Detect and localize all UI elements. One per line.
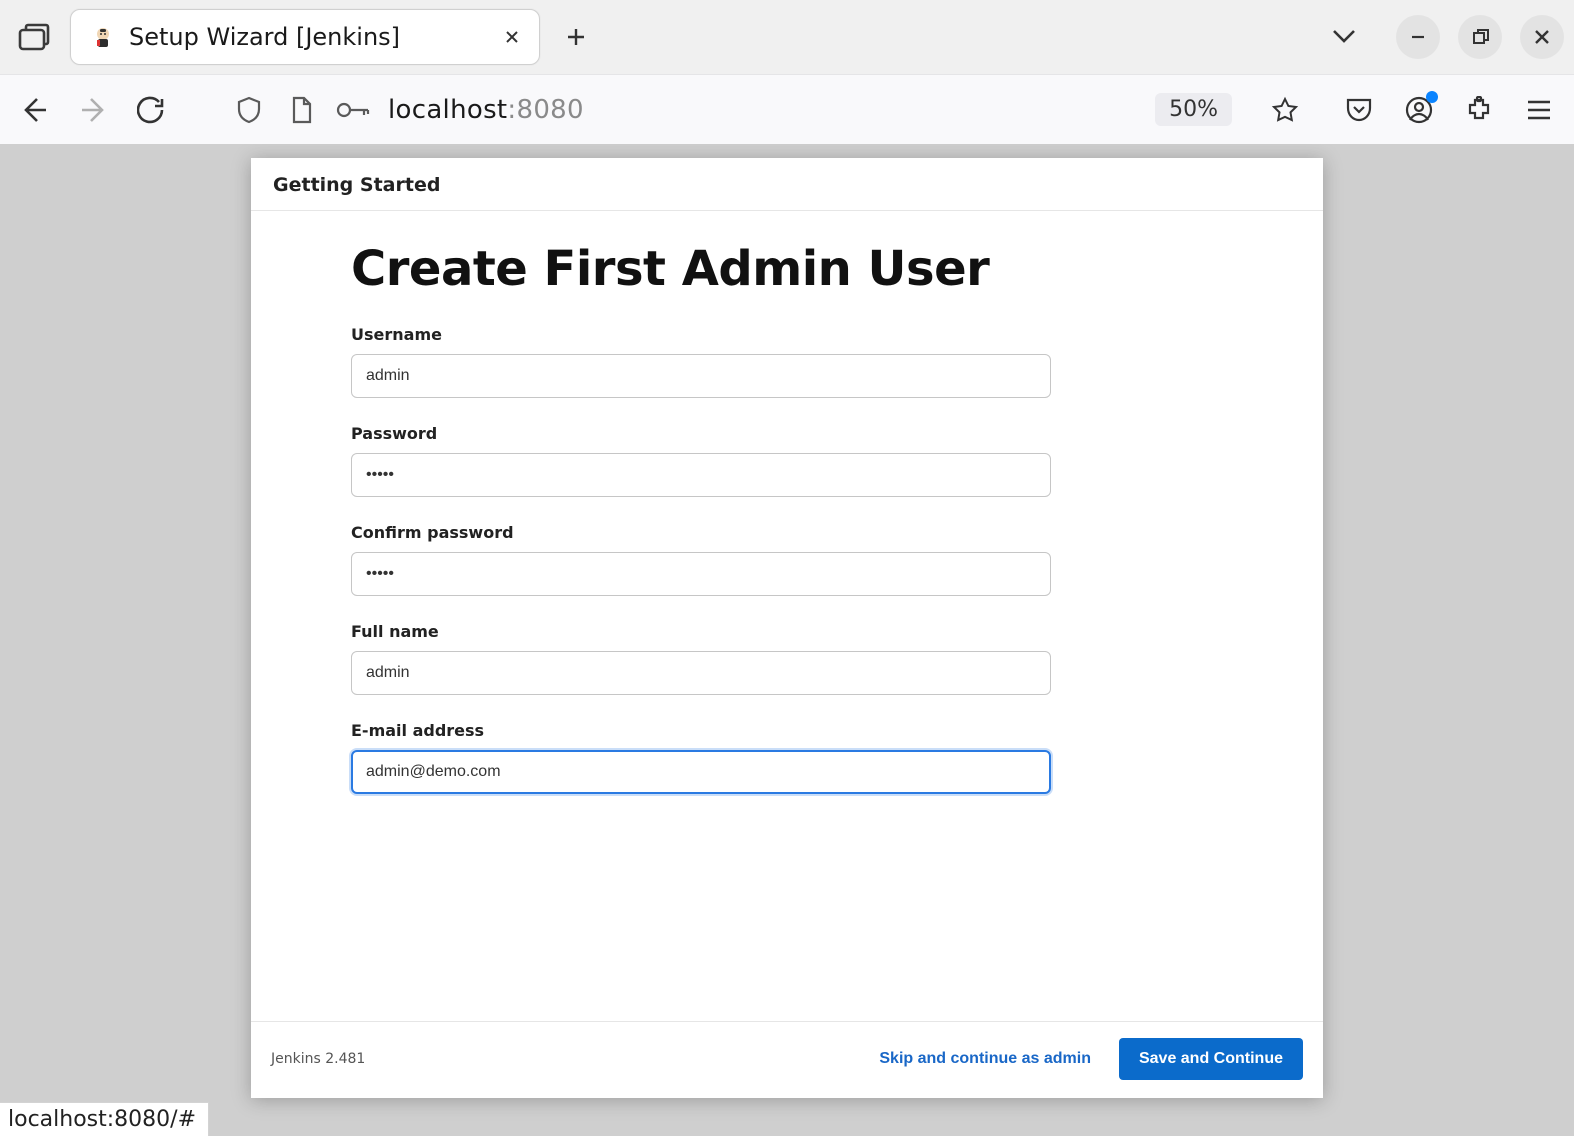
page-viewport: Getting Started Create First Admin User … xyxy=(0,144,1574,1136)
new-tab-button[interactable] xyxy=(562,23,590,51)
zoom-level-badge[interactable]: 50% xyxy=(1155,93,1232,126)
window-minimize-button[interactable] xyxy=(1396,15,1440,59)
shield-icon[interactable] xyxy=(232,93,266,127)
password-input[interactable] xyxy=(351,453,1051,497)
page-info-icon[interactable] xyxy=(284,93,318,127)
password-label: Password xyxy=(351,424,1223,443)
key-icon[interactable] xyxy=(336,93,370,127)
back-button[interactable] xyxy=(18,93,52,127)
page-title: Create First Admin User xyxy=(351,241,1223,297)
close-tab-icon[interactable] xyxy=(501,26,523,48)
wizard-breadcrumb: Getting Started xyxy=(251,158,1323,211)
url-host: localhost xyxy=(388,95,507,125)
fullname-label: Full name xyxy=(351,622,1223,641)
reload-button[interactable] xyxy=(134,93,168,127)
username-input[interactable] xyxy=(351,354,1051,398)
save-and-continue-button[interactable]: Save and Continue xyxy=(1119,1038,1303,1080)
url-text: localhost:8080 xyxy=(388,95,584,125)
browser-tab-title: Setup Wizard [Jenkins] xyxy=(129,23,487,51)
setup-wizard-card: Getting Started Create First Admin User … xyxy=(251,158,1323,1098)
pocket-icon[interactable] xyxy=(1342,93,1376,127)
jenkins-favicon xyxy=(91,25,115,49)
status-bar: localhost:8080/# xyxy=(0,1102,209,1136)
skip-button[interactable]: Skip and continue as admin xyxy=(869,1042,1101,1076)
browser-toolbar: localhost:8080 50% xyxy=(0,74,1574,144)
browser-tabstrip: Setup Wizard [Jenkins] xyxy=(0,0,1574,74)
window-maximize-button[interactable] xyxy=(1458,15,1502,59)
window-close-button[interactable] xyxy=(1520,15,1564,59)
wizard-body: Create First Admin User Username Passwor… xyxy=(251,211,1323,1021)
extensions-icon[interactable] xyxy=(1462,93,1496,127)
recent-windows-icon[interactable] xyxy=(16,22,52,52)
fullname-input[interactable] xyxy=(351,651,1051,695)
notification-dot-icon xyxy=(1426,91,1438,103)
confirm-password-input[interactable] xyxy=(351,552,1051,596)
username-label: Username xyxy=(351,325,1223,344)
bookmark-star-icon[interactable] xyxy=(1268,93,1302,127)
address-bar[interactable]: localhost:8080 50% xyxy=(192,93,1302,127)
browser-tab[interactable]: Setup Wizard [Jenkins] xyxy=(70,9,540,65)
tab-overflow-icon[interactable] xyxy=(1330,25,1358,49)
jenkins-version: Jenkins 2.481 xyxy=(271,1051,365,1067)
app-menu-icon[interactable] xyxy=(1522,93,1556,127)
email-label: E-mail address xyxy=(351,721,1223,740)
wizard-footer: Jenkins 2.481 Skip and continue as admin… xyxy=(251,1021,1323,1098)
email-input[interactable] xyxy=(351,750,1051,794)
account-icon[interactable] xyxy=(1402,93,1436,127)
forward-button[interactable] xyxy=(76,93,110,127)
confirm-password-label: Confirm password xyxy=(351,523,1223,542)
url-port: :8080 xyxy=(507,95,583,125)
